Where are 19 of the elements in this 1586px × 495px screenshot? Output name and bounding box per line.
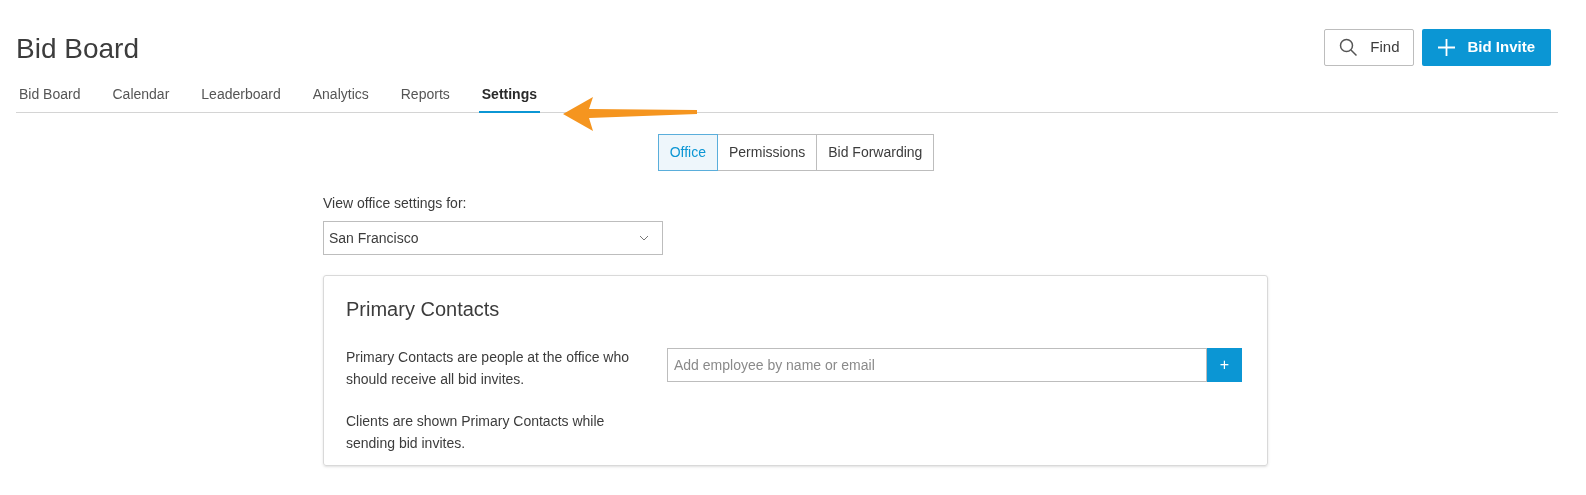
nav-tab[interactable]: Settings	[478, 84, 540, 113]
segment-tab[interactable]: Permissions	[716, 134, 818, 171]
nav-tab[interactable]: Analytics	[309, 84, 372, 113]
nav-tab[interactable]: Bid Board	[16, 84, 84, 113]
card-title: Primary Contacts	[346, 297, 501, 322]
page-title: Bid Board	[16, 32, 139, 66]
chevron-down-icon	[639, 235, 649, 241]
find-button[interactable]: Find	[1324, 29, 1415, 66]
nav-tab[interactable]: Calendar	[109, 84, 173, 113]
field-label: View office settings for:	[323, 194, 468, 213]
segment-tab[interactable]: Bid Forwarding	[816, 134, 935, 171]
employee-input[interactable]: Add employee by name or email	[667, 348, 1207, 382]
office-dropdown[interactable]: San Francisco	[323, 221, 663, 255]
nav-tab[interactable]: Leaderboard	[198, 84, 284, 113]
plus-icon	[1438, 39, 1456, 56]
description-text: Primary Contacts are people at the office who should receive all bid invites.	[346, 348, 630, 389]
description-text: Clients are shown Primary Contacts while sending bid invites.	[346, 412, 606, 453]
search-icon	[1339, 38, 1359, 57]
nav-tab[interactable]: Reports	[397, 84, 453, 113]
